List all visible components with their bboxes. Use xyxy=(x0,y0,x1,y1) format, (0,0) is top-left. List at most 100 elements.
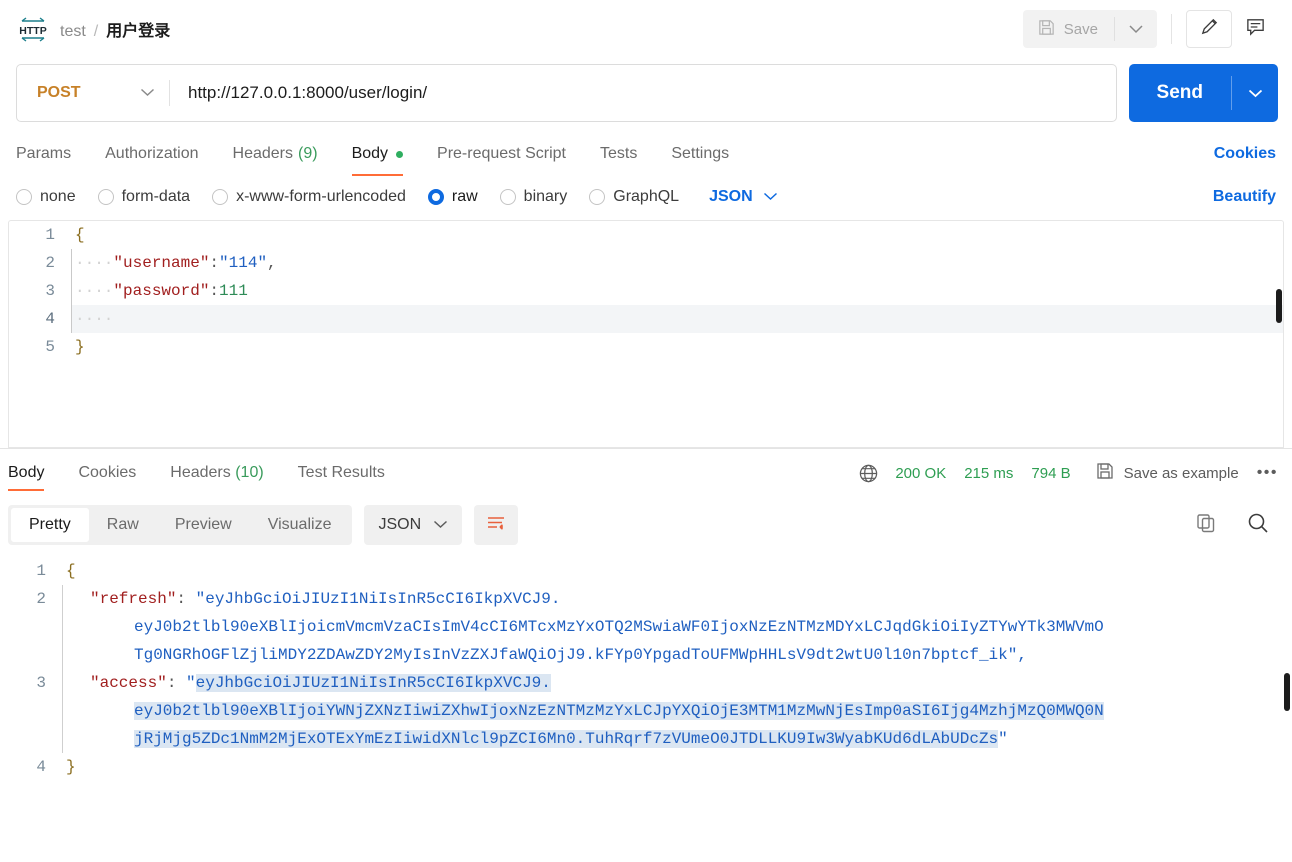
response-format-selector[interactable]: JSON xyxy=(364,505,463,545)
search-button[interactable] xyxy=(1238,505,1278,545)
tab-pre-request-script-label: Pre-request Script xyxy=(437,145,566,162)
response-body-viewer[interactable]: 1 { 2 "refresh": "eyJhbGciOiJIUzI1NiIsIn… xyxy=(0,555,1292,811)
response-code-line: 2 "refresh": "eyJhbGciOiJIUzI1NiIsInR5cC… xyxy=(0,585,1292,669)
json-string-value: "eyJhbGciOiJIUzI1NiIsInR5cCI6IkpXVCJ9. xyxy=(195,590,561,608)
code-line: 5 } xyxy=(9,333,1283,361)
code-line: 1 { xyxy=(9,221,1283,249)
response-status-row: Body Cookies Headers (10) Test Results 2… xyxy=(0,449,1292,497)
breadcrumb-request-name[interactable]: 用户登录 xyxy=(106,17,170,41)
json-comma: , xyxy=(267,254,277,272)
url-bar-row: POST http://127.0.0.1:8000/user/login/ S… xyxy=(0,58,1292,132)
indent-dots: ···· xyxy=(75,282,114,300)
request-tabs: Params Authorization Headers (9) Body Pr… xyxy=(0,132,1292,176)
method-selector[interactable]: POST xyxy=(17,65,169,121)
line-number: 3 xyxy=(36,674,46,692)
request-header-bar: HTTP test / 用户登录 Save xyxy=(0,0,1292,58)
tab-authorization[interactable]: Authorization xyxy=(88,132,215,176)
cookies-link[interactable]: Cookies xyxy=(1214,145,1276,163)
tab-body[interactable]: Body xyxy=(335,132,420,176)
response-tab-test-results[interactable]: Test Results xyxy=(281,449,402,497)
tab-headers-label: Headers xyxy=(232,145,293,162)
json-colon: : xyxy=(209,254,220,272)
response-tab-body[interactable]: Body xyxy=(0,449,61,497)
search-icon xyxy=(1246,511,1270,540)
radio-icon xyxy=(212,189,229,205)
body-type-row: none form-data x-www-form-urlencoded raw… xyxy=(0,176,1292,220)
indent-guide xyxy=(71,249,72,277)
request-editor-scrollbar[interactable] xyxy=(1274,221,1282,447)
indent-guide xyxy=(71,277,72,305)
response-code-line: 1 { xyxy=(0,557,1292,585)
scrollbar-thumb[interactable] xyxy=(1276,289,1282,323)
body-type-binary[interactable]: binary xyxy=(499,188,568,206)
save-icon xyxy=(1037,18,1056,41)
response-size: 794 B xyxy=(1031,464,1071,482)
code-line: 2 ····"username":"114", xyxy=(9,249,1283,277)
json-number-value: 111 xyxy=(219,282,248,300)
status-code: 200 OK xyxy=(895,464,947,482)
line-number: 2 xyxy=(36,590,46,608)
tab-headers-count: (9) xyxy=(298,145,318,162)
response-status-meta: 200 OK 215 ms 794 B Save as example ••• xyxy=(858,461,1278,485)
body-type-x-www-form-urlencoded[interactable]: x-www-form-urlencoded xyxy=(212,188,406,206)
json-key: "password" xyxy=(113,282,210,300)
view-preview[interactable]: Preview xyxy=(157,508,250,542)
comment-button[interactable] xyxy=(1232,10,1278,48)
word-wrap-button[interactable] xyxy=(474,505,519,545)
response-body-scrollbar-thumb[interactable] xyxy=(1284,673,1290,711)
tab-tests[interactable]: Tests xyxy=(583,132,654,176)
tab-pre-request-script[interactable]: Pre-request Script xyxy=(420,132,583,176)
edit-request-button[interactable] xyxy=(1186,10,1232,48)
beautify-button[interactable]: Beautify xyxy=(1213,188,1276,206)
code-content: } xyxy=(62,753,1292,781)
view-raw[interactable]: Raw xyxy=(89,508,157,542)
code-content: ····"username":"114", xyxy=(71,249,1283,277)
json-colon: : xyxy=(176,590,196,608)
body-type-binary-label: binary xyxy=(523,188,568,205)
send-button-group: Send xyxy=(1128,64,1278,122)
json-brace: } xyxy=(75,338,85,356)
tab-params-label: Params xyxy=(16,145,72,162)
globe-icon[interactable] xyxy=(858,463,879,484)
line-number: 1 xyxy=(45,226,55,244)
save-dropdown-button[interactable] xyxy=(1115,10,1157,48)
send-button[interactable]: Send xyxy=(1129,64,1231,122)
body-format-selector[interactable]: JSON xyxy=(709,188,778,206)
body-type-raw[interactable]: raw xyxy=(427,188,478,206)
response-tab-headers[interactable]: Headers (10) xyxy=(153,449,280,497)
save-button[interactable]: Save xyxy=(1023,10,1114,48)
code-content: "refresh": "eyJhbGciOiJIUzI1NiIsInR5cCI6… xyxy=(62,585,1292,669)
code-content: ····"password":111 xyxy=(71,277,1283,305)
tab-params[interactable]: Params xyxy=(16,132,88,176)
save-as-example-button[interactable]: Save as example xyxy=(1095,461,1239,485)
json-string-value-selected-cont: jRjMjg5ZDc1NmM2MjExOTExYmEzIiwidXNlcl9pZ… xyxy=(134,730,999,748)
response-code-line: 4 } xyxy=(0,753,1292,781)
view-visualize[interactable]: Visualize xyxy=(250,508,350,542)
indent-dots: ···· xyxy=(75,310,114,328)
code-line: 3 ····"password":111 xyxy=(9,277,1283,305)
url-input[interactable]: http://127.0.0.1:8000/user/login/ xyxy=(170,83,1116,103)
send-dropdown-button[interactable] xyxy=(1232,64,1278,122)
json-string-value-selected: eyJhbGciOiJIUzI1NiIsInR5cCI6IkpXVCJ9. xyxy=(195,674,551,692)
body-type-graphql[interactable]: GraphQL xyxy=(589,188,679,206)
radio-icon-selected xyxy=(427,189,444,205)
response-tab-cookies-label: Cookies xyxy=(78,464,137,481)
view-pretty[interactable]: Pretty xyxy=(11,508,89,542)
tab-settings[interactable]: Settings xyxy=(654,132,746,176)
code-content: } xyxy=(71,333,1283,361)
line-number: 2 xyxy=(45,254,55,272)
line-number: 3 xyxy=(45,282,55,300)
response-tab-cookies[interactable]: Cookies xyxy=(61,449,153,497)
radio-icon xyxy=(97,189,114,205)
json-key: "access" xyxy=(90,674,167,692)
ellipsis-icon[interactable]: ••• xyxy=(1257,464,1278,482)
breadcrumb-collection[interactable]: test xyxy=(60,23,86,41)
line-number: 4 xyxy=(45,310,55,328)
tab-headers[interactable]: Headers (9) xyxy=(216,132,335,176)
request-body-editor[interactable]: 1 { 2 ····"username":"114", 3 ····"passw… xyxy=(8,220,1284,448)
body-type-none[interactable]: none xyxy=(16,188,76,206)
body-type-graphql-label: GraphQL xyxy=(613,188,680,205)
copy-button[interactable] xyxy=(1186,505,1226,545)
save-as-example-label: Save as example xyxy=(1123,464,1239,482)
body-type-form-data[interactable]: form-data xyxy=(97,188,190,206)
